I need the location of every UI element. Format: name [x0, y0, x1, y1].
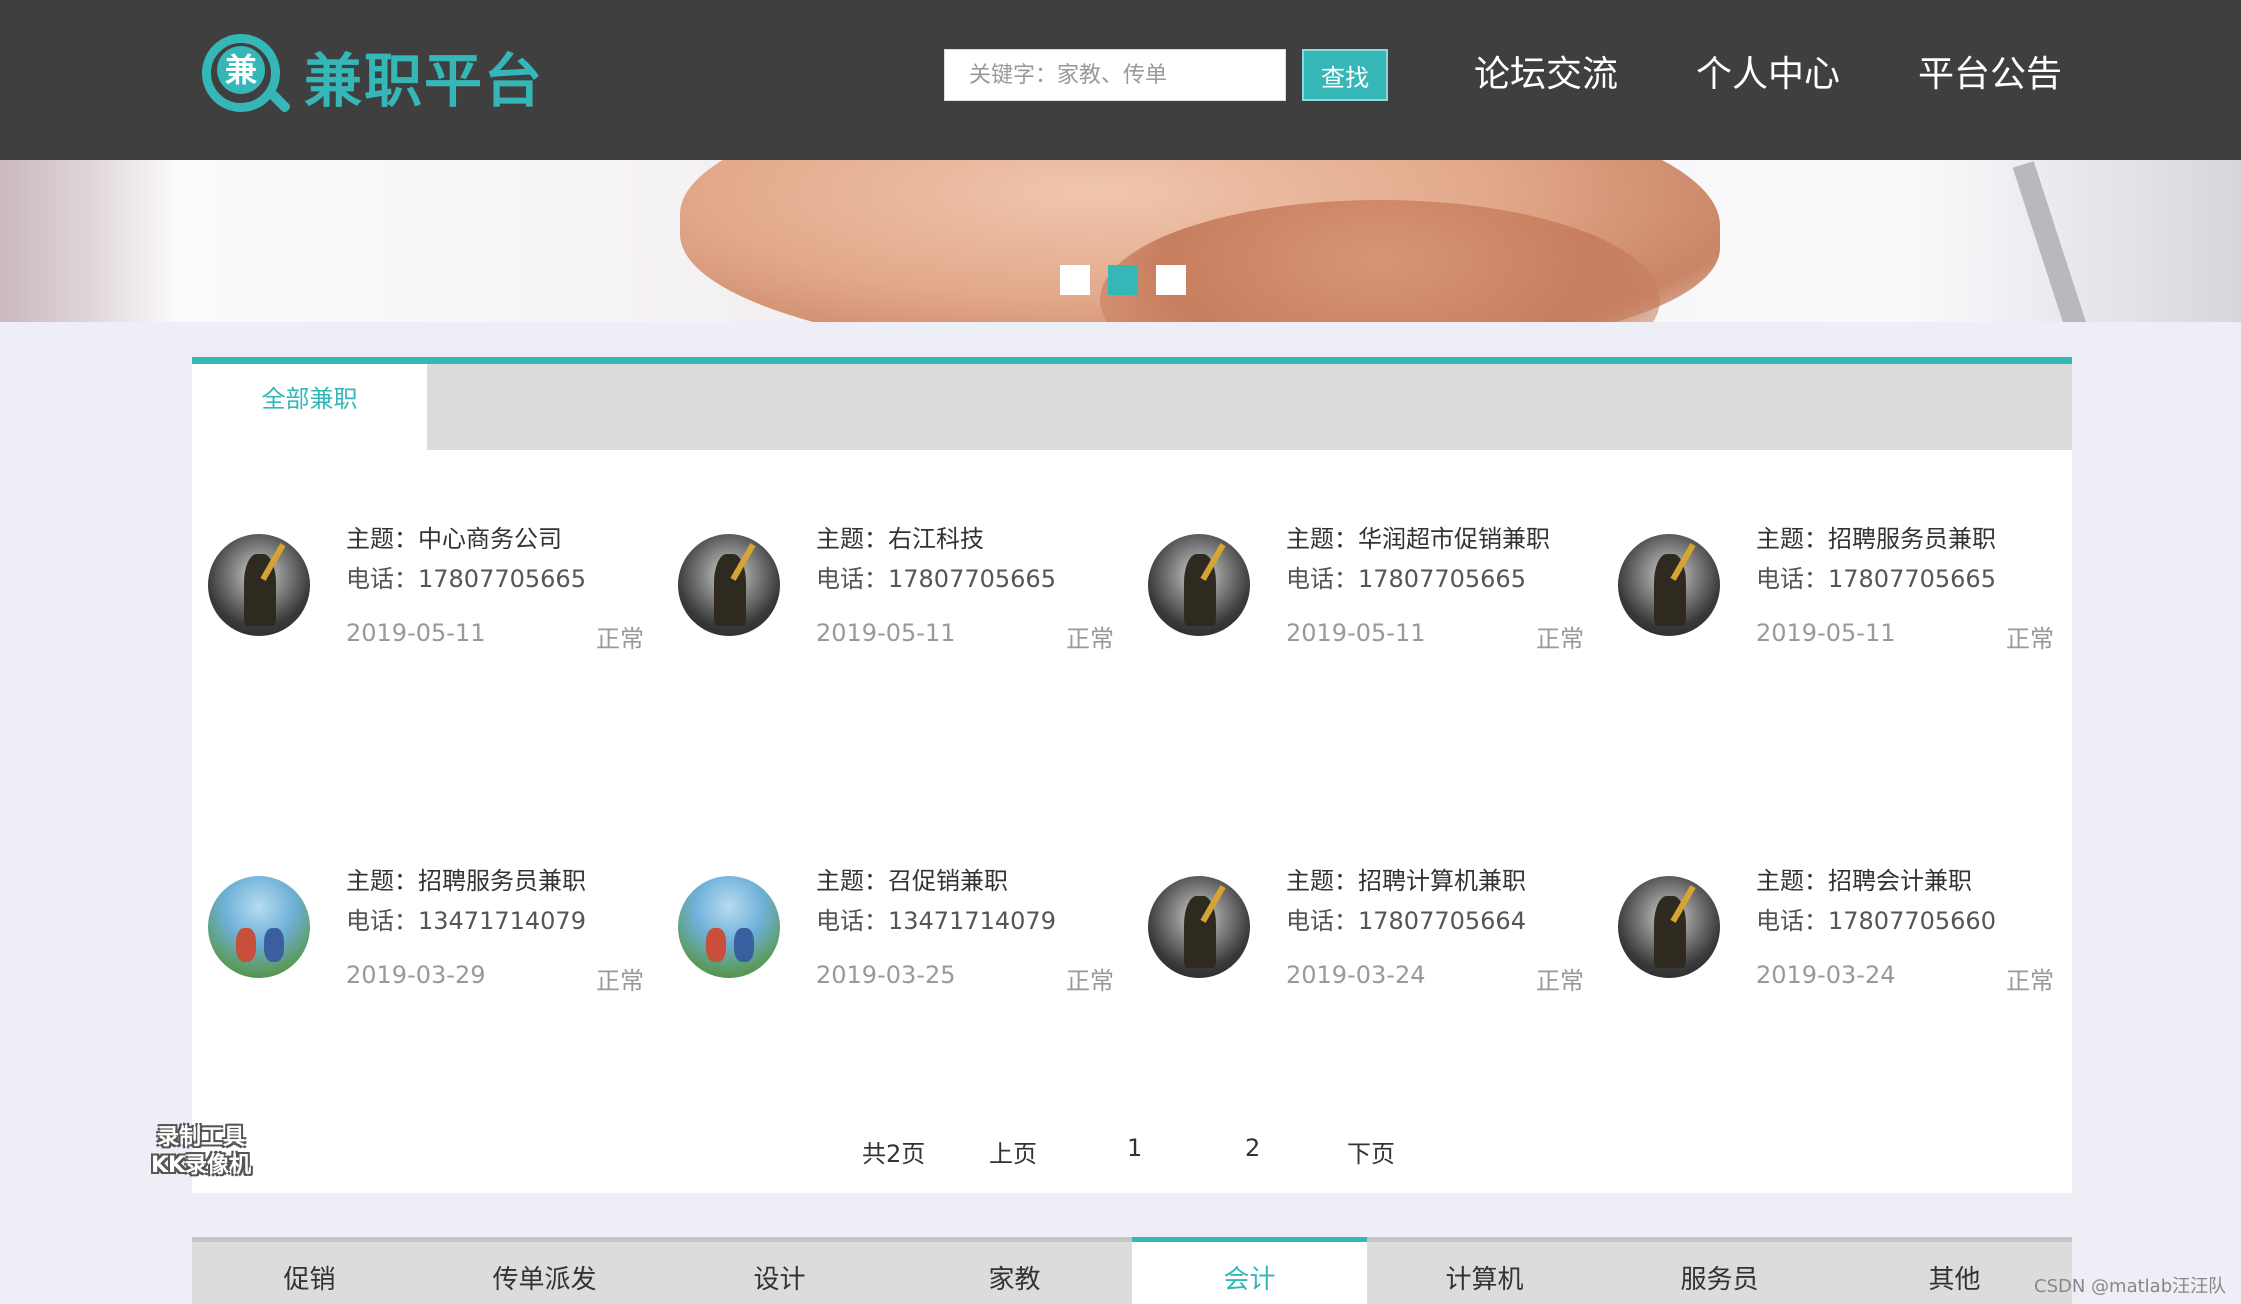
- tab-category-waiter[interactable]: 服务员: [1602, 1242, 1837, 1304]
- job-listing-panel: 全部兼职 主题：中心商务公司 电话：17807705665 2019-05-11…: [192, 357, 2072, 1193]
- job-card[interactable]: 主题：招聘会计兼职 电话：17807705660 2019-03-24 正常: [1602, 861, 2062, 1001]
- job-status: 正常: [1536, 625, 1584, 653]
- job-phone: 电话：13471714079: [816, 907, 1056, 935]
- job-card[interactable]: 主题：招聘服务员兼职 电话：17807705665 2019-05-11 正常: [1602, 519, 2062, 659]
- category-tabs: 促销 传单派发 设计 家教 会计 计算机 服务员 其他: [192, 1237, 2072, 1304]
- job-date: 2019-05-11: [816, 619, 956, 647]
- job-date: 2019-03-24: [1756, 961, 1896, 989]
- job-card[interactable]: 主题：召促销兼职 电话：13471714079 2019-03-25 正常: [662, 861, 1122, 1001]
- job-card[interactable]: 主题：右江科技 电话：17807705665 2019-05-11 正常: [662, 519, 1122, 659]
- job-status: 正常: [2006, 625, 2054, 653]
- job-date: 2019-05-11: [1756, 619, 1896, 647]
- job-status: 正常: [2006, 967, 2054, 995]
- job-card[interactable]: 主题：招聘计算机兼职 电话：17807705664 2019-03-24 正常: [1132, 861, 1592, 1001]
- nav-forum[interactable]: 论坛交流: [1474, 45, 1618, 97]
- job-date: 2019-05-11: [1286, 619, 1426, 647]
- carousel-dot-1[interactable]: [1060, 265, 1090, 295]
- job-status: 正常: [1536, 967, 1584, 995]
- tab-category-tutor[interactable]: 家教: [897, 1242, 1132, 1304]
- kids-avatar: [678, 876, 780, 978]
- job-date: 2019-03-29: [346, 961, 486, 989]
- job-card[interactable]: 主题：招聘服务员兼职 电话：13471714079 2019-03-29 正常: [192, 861, 652, 1001]
- tab-bar: [192, 364, 2072, 450]
- job-phone: 电话：17807705665: [816, 565, 1056, 593]
- job-phone: 电话：17807705664: [1286, 907, 1526, 935]
- job-date: 2019-03-24: [1286, 961, 1426, 989]
- pagination-page-1[interactable]: 1: [1127, 1134, 1142, 1162]
- job-title: 主题：招聘会计兼职: [1756, 867, 1972, 895]
- job-status: 正常: [1066, 625, 1114, 653]
- recorder-watermark: 录制工具 KK录像机: [150, 1125, 252, 1178]
- nav-profile[interactable]: 个人中心: [1696, 45, 1840, 97]
- tab-all-jobs[interactable]: 全部兼职: [192, 364, 427, 464]
- logo-glyph: 兼: [217, 46, 265, 94]
- job-title: 主题：召促销兼职: [816, 867, 1008, 895]
- pagination-next[interactable]: 下页: [1347, 1134, 1395, 1169]
- job-title: 主题：中心商务公司: [346, 525, 562, 553]
- tab-category-promotion[interactable]: 促销: [192, 1242, 427, 1304]
- job-phone: 电话：17807705665: [1286, 565, 1526, 593]
- magnifier-logo-icon: 兼: [198, 30, 292, 122]
- warrior-avatar: [1618, 534, 1720, 636]
- job-card[interactable]: 主题：华润超市促销兼职 电话：17807705665 2019-05-11 正常: [1132, 519, 1592, 659]
- job-title: 主题：右江科技: [816, 525, 984, 553]
- csdn-credit: CSDN @matlab汪汪队: [2034, 1276, 2227, 1297]
- carousel-dot-2[interactable]: [1108, 265, 1138, 295]
- job-status: 正常: [596, 967, 644, 995]
- search-button[interactable]: 查找: [1302, 49, 1388, 101]
- warrior-avatar: [1618, 876, 1720, 978]
- job-date: 2019-03-25: [816, 961, 956, 989]
- warrior-avatar: [1148, 534, 1250, 636]
- pagination-prev[interactable]: 上页: [989, 1134, 1037, 1169]
- tab-category-flyers[interactable]: 传单派发: [427, 1242, 662, 1304]
- tab-category-computer[interactable]: 计算机: [1367, 1242, 1602, 1304]
- job-phone: 电话：13471714079: [346, 907, 586, 935]
- job-title: 主题：招聘服务员兼职: [346, 867, 586, 895]
- warrior-avatar: [208, 534, 310, 636]
- carousel-dots: [1060, 265, 1204, 295]
- search-input[interactable]: [944, 49, 1286, 101]
- top-header: 兼 兼职平台 查找 论坛交流 个人中心 平台公告: [0, 0, 2241, 160]
- pagination-page-2[interactable]: 2: [1245, 1134, 1260, 1162]
- job-status: 正常: [1066, 967, 1114, 995]
- banner-carousel: [0, 160, 2241, 322]
- job-card[interactable]: 主题：中心商务公司 电话：17807705665 2019-05-11 正常: [192, 519, 652, 659]
- job-phone: 电话：17807705665: [1756, 565, 1996, 593]
- warrior-avatar: [678, 534, 780, 636]
- job-phone: 电话：17807705665: [346, 565, 586, 593]
- pagination-total: 共2页: [862, 1140, 926, 1168]
- job-title: 主题：招聘计算机兼职: [1286, 867, 1526, 895]
- site-logo[interactable]: 兼 兼职平台: [198, 30, 544, 122]
- tab-category-accounting[interactable]: 会计: [1132, 1237, 1367, 1304]
- job-title: 主题：华润超市促销兼职: [1286, 525, 1550, 553]
- job-date: 2019-05-11: [346, 619, 486, 647]
- kids-avatar: [208, 876, 310, 978]
- site-title: 兼职平台: [304, 47, 545, 115]
- tab-category-design[interactable]: 设计: [662, 1242, 897, 1304]
- warrior-avatar: [1148, 876, 1250, 978]
- job-title: 主题：招聘服务员兼职: [1756, 525, 1996, 553]
- job-status: 正常: [596, 625, 644, 653]
- nav-announcements[interactable]: 平台公告: [1918, 45, 2062, 97]
- job-phone: 电话：17807705660: [1756, 907, 1996, 935]
- carousel-dot-3[interactable]: [1156, 265, 1186, 295]
